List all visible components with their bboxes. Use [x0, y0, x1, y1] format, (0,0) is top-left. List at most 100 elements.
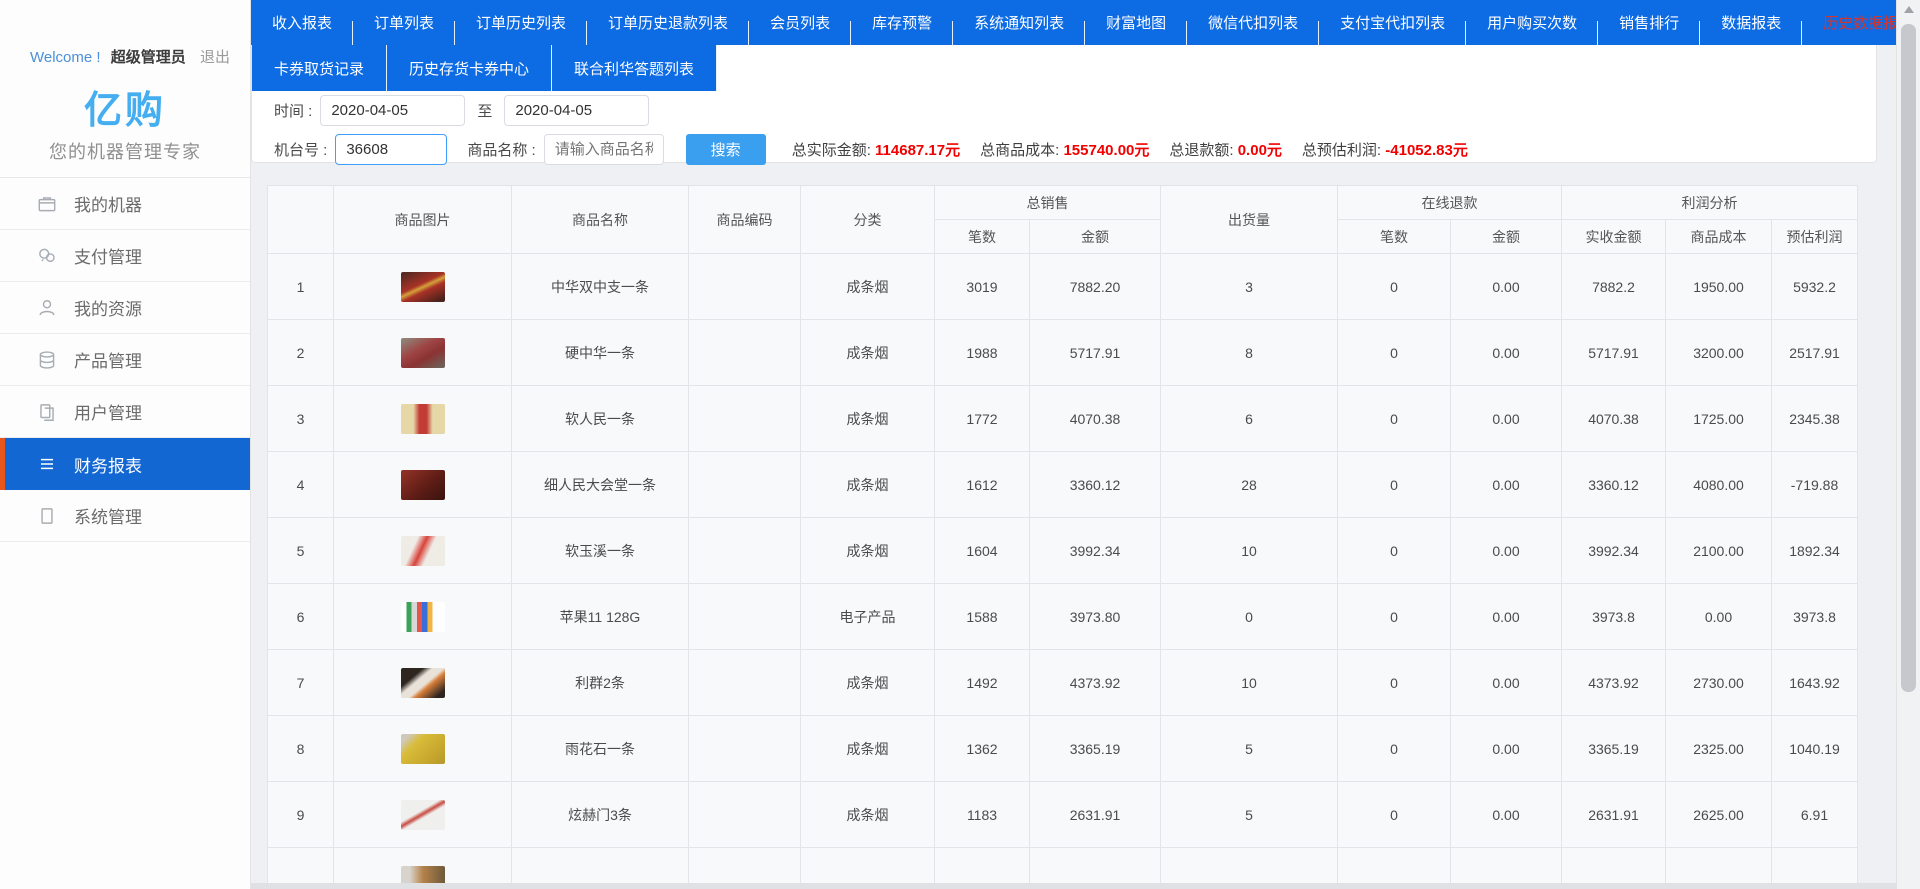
group-header-refund: 在线退款 — [1338, 186, 1562, 220]
sidebar-item-users[interactable]: 用户管理 — [0, 386, 250, 438]
top-nav: 收入报表 订单列表 订单历史列表 订单历史退款列表 会员列表 库存预警 系统通知… — [251, 0, 1920, 45]
table-row: 4 细人民大会堂一条 成条烟 1612 3360.12 28 0 0.00 33… — [268, 452, 1858, 518]
scroll-up-arrow-icon[interactable] — [1904, 6, 1914, 13]
sub-nav: 卡券取货记录 历史存货卡券中心 联合利华答题列表 — [252, 45, 717, 91]
table-row: 9 炫赫门3条 成条烟 1183 2631.91 5 0 0.00 2631.9… — [268, 782, 1858, 848]
group-header-sales: 总销售 — [935, 186, 1161, 220]
col-header-image: 商品图片 — [334, 186, 512, 254]
summary-totals: 总实际金额: 114687.17元 总商品成本: 155740.00元 总退款额… — [792, 139, 1488, 160]
total-estimated-profit: 总预估利润: -41052.83元 — [1302, 139, 1468, 160]
product-image-cell — [334, 320, 512, 386]
sidebar-item-payment[interactable]: 支付管理 — [0, 230, 250, 282]
machine-id-input[interactable] — [335, 134, 447, 165]
filter-panel: 卡券取货记录 历史存货卡券中心 联合利华答题列表 时间 : 至 机台号 : 商品… — [251, 45, 1877, 163]
date-from-input[interactable] — [320, 95, 465, 126]
product-image-cell — [334, 254, 512, 320]
sidebar-item-label: 财务报表 — [74, 452, 142, 477]
product-photo — [401, 668, 445, 698]
horizontal-scrollbar[interactable] — [251, 883, 1896, 889]
product-name-label: 商品名称 : — [467, 139, 535, 160]
tab-order-list[interactable]: 订单列表 — [353, 0, 455, 45]
report-table: 商品图片 商品名称 商品编码 分类 总销售 出货量 在线退款 利润分析 笔数 金… — [267, 185, 1858, 889]
finance-icon — [36, 453, 58, 475]
user-icon — [36, 401, 58, 423]
product-image-cell — [334, 650, 512, 716]
main-content: 收入报表 订单列表 订单历史列表 订单历史退款列表 会员列表 库存预警 系统通知… — [251, 0, 1920, 889]
tab-wechat-debit[interactable]: 微信代扣列表 — [1187, 0, 1319, 45]
tab-unilever-quiz-list[interactable]: 联合利华答题列表 — [552, 45, 717, 91]
machine-icon — [36, 193, 58, 215]
total-refund-amount: 总退款额: 0.00元 — [1169, 139, 1282, 160]
tab-history-stock-coupon-center[interactable]: 历史存货卡券中心 — [387, 45, 552, 91]
sidebar-item-finance-reports[interactable]: 财务报表 — [0, 438, 250, 490]
sidebar-item-label: 我的资源 — [74, 295, 142, 320]
table-row: 5 软玉溪一条 成条烟 1604 3992.34 10 0 0.00 3992.… — [268, 518, 1858, 584]
tab-user-purchases[interactable]: 用户购买次数 — [1466, 0, 1598, 45]
product-icon — [36, 349, 58, 371]
sidebar-item-label: 支付管理 — [74, 243, 142, 268]
date-filter-row: 时间 : 至 — [274, 95, 1876, 126]
tab-system-notices[interactable]: 系统通知列表 — [953, 0, 1085, 45]
tab-wealth-map[interactable]: 财富地图 — [1085, 0, 1187, 45]
sidebar-item-label: 系统管理 — [74, 503, 142, 528]
logout-link[interactable]: 退出 — [200, 49, 230, 66]
product-image-cell — [334, 518, 512, 584]
col-header-index — [268, 186, 334, 254]
table-row: 8 雨花石一条 成条烟 1362 3365.19 5 0 0.00 3365.1… — [268, 716, 1858, 782]
sidebar-item-products[interactable]: 产品管理 — [0, 334, 250, 386]
product-photo — [401, 800, 445, 830]
resource-icon — [36, 297, 58, 319]
time-label: 时间 : — [274, 100, 312, 121]
tab-sales-ranking[interactable]: 销售排行 — [1598, 0, 1700, 45]
product-photo — [401, 536, 445, 566]
sidebar-item-system[interactable]: 系统管理 — [0, 490, 250, 542]
tab-order-history[interactable]: 订单历史列表 — [455, 0, 587, 45]
tab-coupon-pickup-records[interactable]: 卡券取货记录 — [252, 45, 387, 91]
search-filter-row: 机台号 : 商品名称 : 搜索 总实际金额: 114687.17元 总商品成本:… — [274, 134, 1876, 165]
total-actual-amount: 总实际金额: 114687.17元 — [792, 139, 960, 160]
col-header-received: 实收金额 — [1562, 220, 1666, 254]
tab-members[interactable]: 会员列表 — [749, 0, 851, 45]
product-name-input[interactable] — [544, 134, 664, 165]
col-header-est-profit: 预估利润 — [1772, 220, 1858, 254]
date-to-input[interactable] — [504, 95, 649, 126]
col-header-shipped: 出货量 — [1161, 186, 1338, 254]
app-logo: 亿购 — [0, 79, 250, 134]
product-image-cell — [334, 782, 512, 848]
group-header-profit: 利润分析 — [1562, 186, 1858, 220]
col-header-name: 商品名称 — [512, 186, 689, 254]
sidebar: Welcome ! 超级管理员 退出 亿购 您的机器管理专家 我的机器 支付管理… — [0, 0, 251, 889]
username: 超级管理员 — [111, 49, 186, 66]
tab-income-report[interactable]: 收入报表 — [251, 0, 353, 45]
to-label: 至 — [477, 100, 492, 121]
product-image-cell — [334, 452, 512, 518]
tab-alipay-debit[interactable]: 支付宝代扣列表 — [1319, 0, 1466, 45]
total-goods-cost: 总商品成本: 155740.00元 — [980, 139, 1149, 160]
payment-icon — [36, 245, 58, 267]
col-header-code: 商品编码 — [689, 186, 801, 254]
machine-label: 机台号 : — [274, 139, 327, 160]
tab-data-report[interactable]: 数据报表 — [1700, 0, 1802, 45]
vertical-scrollbar[interactable] — [1896, 0, 1920, 889]
table-row: 1 中华双中支一条 成条烟 3019 7882.20 3 0 0.00 7882… — [268, 254, 1858, 320]
product-photo — [401, 272, 445, 302]
search-button[interactable]: 搜索 — [686, 134, 766, 165]
sidebar-item-resources[interactable]: 我的资源 — [0, 282, 250, 334]
table-row: 7 利群2条 成条烟 1492 4373.92 10 0 0.00 4373.9… — [268, 650, 1858, 716]
sidebar-header: Welcome ! 超级管理员 退出 亿购 您的机器管理专家 — [0, 0, 250, 178]
product-photo — [401, 734, 445, 764]
welcome-text: Welcome ! — [30, 49, 101, 66]
sidebar-item-my-machines[interactable]: 我的机器 — [0, 178, 250, 230]
table-header: 商品图片 商品名称 商品编码 分类 总销售 出货量 在线退款 利润分析 笔数 金… — [268, 186, 1858, 254]
product-photo — [401, 602, 445, 632]
col-header-sales-amount: 金额 — [1030, 220, 1161, 254]
product-image-cell — [334, 716, 512, 782]
sidebar-item-label: 产品管理 — [74, 347, 142, 372]
product-image-cell — [334, 386, 512, 452]
col-header-category: 分类 — [801, 186, 935, 254]
sidebar-item-label: 我的机器 — [74, 191, 142, 216]
tab-order-history-refunds[interactable]: 订单历史退款列表 — [587, 0, 749, 45]
vertical-scrollbar-thumb[interactable] — [1901, 24, 1916, 692]
tab-stock-alert[interactable]: 库存预警 — [851, 0, 953, 45]
welcome-row: Welcome ! 超级管理员 退出 — [0, 46, 250, 67]
